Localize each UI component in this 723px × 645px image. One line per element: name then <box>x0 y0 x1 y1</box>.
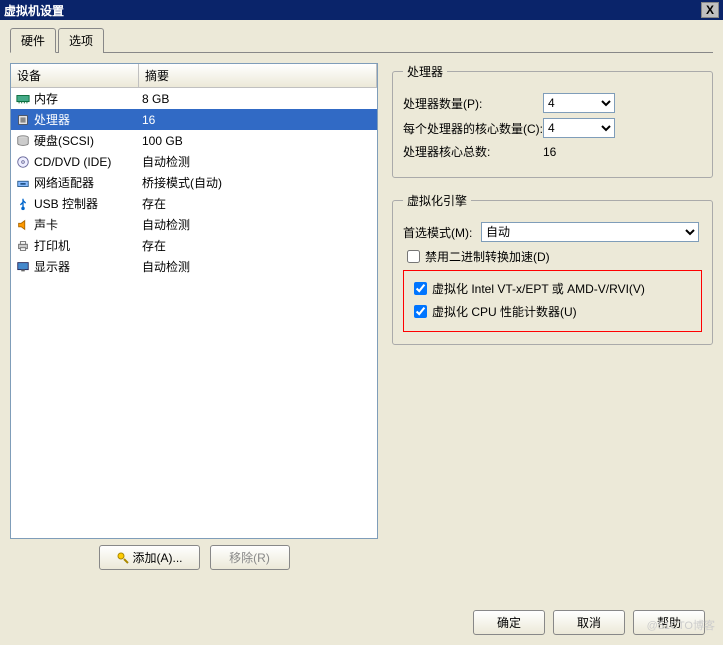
binary-accel-checkbox[interactable] <box>407 250 420 263</box>
list-item[interactable]: 网络适配器 桥接模式(自动) <box>11 172 377 193</box>
tab-options[interactable]: 选项 <box>58 28 104 53</box>
binary-accel-label: 禁用二进制转换加速(D) <box>425 248 550 265</box>
device-name: USB 控制器 <box>34 195 142 212</box>
tab-hardware[interactable]: 硬件 <box>10 28 56 53</box>
device-summary: 自动检测 <box>142 258 373 275</box>
help-button[interactable]: 帮助 <box>633 610 705 635</box>
vtx-checkbox[interactable] <box>414 282 427 295</box>
device-summary: 100 GB <box>142 134 373 148</box>
device-summary: 自动检测 <box>142 153 373 170</box>
device-name: 显示器 <box>34 258 142 275</box>
device-summary: 自动检测 <box>142 216 373 233</box>
list-item[interactable]: 显示器 自动检测 <box>11 256 377 277</box>
list-item[interactable]: USB 控制器 存在 <box>11 193 377 214</box>
cpu-counters-checkbox[interactable] <box>414 305 427 318</box>
add-icon <box>116 551 130 565</box>
title-bar: 虚拟机设置 X <box>0 0 723 20</box>
memory-icon <box>15 91 31 107</box>
list-item[interactable]: 内存 8 GB <box>11 88 377 109</box>
window-title: 虚拟机设置 <box>4 2 64 19</box>
ok-button[interactable]: 确定 <box>473 610 545 635</box>
cd-icon <box>15 154 31 170</box>
device-summary: 桥接模式(自动) <box>142 174 373 191</box>
device-summary: 存在 <box>142 195 373 212</box>
cpu-icon <box>15 112 31 128</box>
device-name: 声卡 <box>34 216 142 233</box>
tab-bar: 硬件 选项 <box>10 28 713 53</box>
device-summary: 存在 <box>142 237 373 254</box>
vtx-label: 虚拟化 Intel VT-x/EPT 或 AMD-V/RVI(V) <box>432 280 645 297</box>
cpu-cores-label: 每个处理器的核心数量(C): <box>403 120 543 137</box>
dialog-content: 硬件 选项 设备 摘要 内存 8 GB 处理器 <box>0 20 723 645</box>
close-icon[interactable]: X <box>701 2 719 18</box>
device-name: 硬盘(SCSI) <box>34 132 142 149</box>
display-icon <box>15 259 31 275</box>
col-device[interactable]: 设备 <box>11 64 139 87</box>
disk-icon <box>15 133 31 149</box>
device-list[interactable]: 设备 摘要 内存 8 GB 处理器 16 <box>10 63 378 539</box>
dialog-footer: 确定 取消 帮助 <box>473 610 705 635</box>
printer-icon <box>15 238 31 254</box>
virt-mode-select[interactable]: 自动 <box>481 222 699 242</box>
cancel-button[interactable]: 取消 <box>553 610 625 635</box>
list-item[interactable]: CD/DVD (IDE) 自动检测 <box>11 151 377 172</box>
network-icon <box>15 175 31 191</box>
remove-button[interactable]: 移除(R) <box>210 545 290 570</box>
col-summary[interactable]: 摘要 <box>139 64 377 87</box>
device-summary: 16 <box>142 113 373 127</box>
list-header: 设备 摘要 <box>11 64 377 88</box>
device-name: 处理器 <box>34 111 142 128</box>
list-item[interactable]: 声卡 自动检测 <box>11 214 377 235</box>
list-item[interactable]: 硬盘(SCSI) 100 GB <box>11 130 377 151</box>
cpu-count-label: 处理器数量(P): <box>403 95 543 112</box>
cpu-cores-select[interactable]: 4 <box>543 118 615 138</box>
virtualization-legend: 虚拟化引擎 <box>403 192 471 209</box>
device-name: CD/DVD (IDE) <box>34 155 142 169</box>
virt-mode-label: 首选模式(M): <box>403 224 481 241</box>
list-item[interactable]: 处理器 16 <box>11 109 377 130</box>
cpu-total-value: 16 <box>543 145 556 159</box>
cpu-count-select[interactable]: 4 <box>543 93 615 113</box>
device-name: 内存 <box>34 90 142 107</box>
add-button[interactable]: 添加(A)... <box>99 545 200 570</box>
cpu-counters-label: 虚拟化 CPU 性能计数器(U) <box>432 303 577 320</box>
processor-group: 处理器 处理器数量(P): 4 每个处理器的核心数量(C): 4 处理器核心总数… <box>392 63 713 178</box>
device-name: 打印机 <box>34 237 142 254</box>
virtualization-group: 虚拟化引擎 首选模式(M): 自动 禁用二进制转换加速(D) 虚拟化 Intel… <box>392 192 713 345</box>
cpu-total-label: 处理器核心总数: <box>403 143 543 160</box>
list-item[interactable]: 打印机 存在 <box>11 235 377 256</box>
device-summary: 8 GB <box>142 92 373 106</box>
processor-legend: 处理器 <box>403 63 447 80</box>
sound-icon <box>15 217 31 233</box>
highlight-region: 虚拟化 Intel VT-x/EPT 或 AMD-V/RVI(V) 虚拟化 CP… <box>403 270 702 332</box>
usb-icon <box>15 196 31 212</box>
device-name: 网络适配器 <box>34 174 142 191</box>
